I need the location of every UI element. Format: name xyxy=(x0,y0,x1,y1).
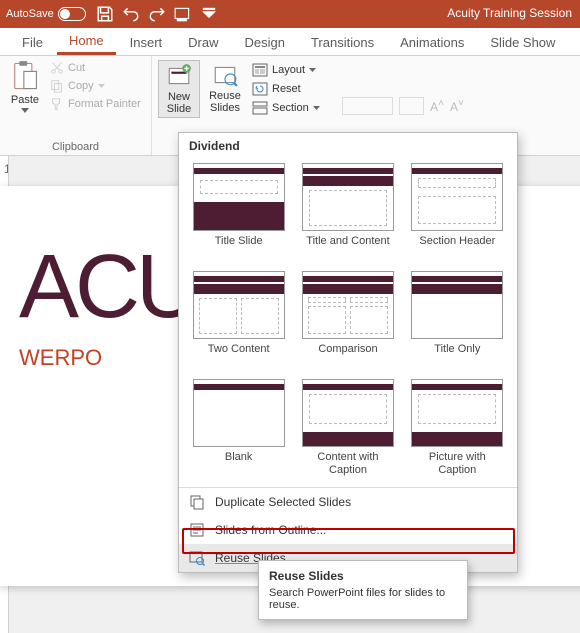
clipboard-icon xyxy=(11,60,39,92)
duplicate-icon xyxy=(189,494,205,510)
reuse-slides-label: Reuse Slides xyxy=(209,90,241,114)
outline-label: Slides from Outline... xyxy=(215,523,326,537)
gallery-theme-name: Dividend xyxy=(179,133,517,157)
quick-access-toolbar xyxy=(96,5,218,23)
slides-from-outline-item[interactable]: Slides from Outline... xyxy=(179,516,517,544)
clipboard-group-label: Clipboard xyxy=(6,141,145,155)
layout-section-header[interactable]: Section Header xyxy=(410,163,505,261)
redo-icon[interactable] xyxy=(148,5,166,23)
autosave-label: AutoSave xyxy=(6,8,54,20)
brush-icon xyxy=(50,97,64,111)
layout-title-and-content[interactable]: Title and Content xyxy=(300,163,395,261)
duplicate-label: Duplicate Selected Slides xyxy=(215,495,351,509)
layout-title-slide[interactable]: Title Slide xyxy=(191,163,286,261)
layout-icon xyxy=(252,63,268,77)
tab-slideshow[interactable]: Slide Show xyxy=(478,30,567,55)
document-title: Acuity Training Session xyxy=(447,6,572,20)
chevron-down-icon xyxy=(309,68,316,72)
reuse-slides-tooltip: Reuse Slides Search PowerPoint files for… xyxy=(258,560,468,620)
undo-icon[interactable] xyxy=(122,5,140,23)
layout-title-only[interactable]: Title Only xyxy=(410,271,505,369)
reuse-slides-icon xyxy=(212,62,238,88)
tab-animations[interactable]: Animations xyxy=(388,30,476,55)
toggle-off-icon xyxy=(58,7,86,21)
tab-design[interactable]: Design xyxy=(233,30,297,55)
tab-transitions[interactable]: Transitions xyxy=(299,30,386,55)
scissors-icon xyxy=(50,61,64,75)
reset-button[interactable]: Reset xyxy=(250,81,322,97)
layout-button[interactable]: Layout xyxy=(250,62,322,78)
layout-two-content[interactable]: Two Content xyxy=(191,271,286,369)
chevron-down-icon xyxy=(98,84,105,88)
chevron-down-icon xyxy=(21,108,29,113)
tab-draw[interactable]: Draw xyxy=(176,30,230,55)
layout-picture-with-caption[interactable]: Picture with Caption xyxy=(410,379,505,477)
tooltip-body: Search PowerPoint files for slides to re… xyxy=(269,587,457,611)
reset-icon xyxy=(252,82,268,96)
copy-button[interactable]: Copy xyxy=(48,78,143,94)
new-slide-icon xyxy=(166,63,192,89)
duplicate-slides-item[interactable]: Duplicate Selected Slides xyxy=(179,488,517,516)
new-slide-label: New Slide xyxy=(167,91,191,115)
reuse-icon xyxy=(189,550,205,566)
layout-label: Layout xyxy=(272,64,305,76)
copy-label: Copy xyxy=(68,80,94,92)
tab-insert[interactable]: Insert xyxy=(118,30,175,55)
reuse-slides-button[interactable]: Reuse Slides xyxy=(204,60,246,118)
copy-icon xyxy=(50,79,64,93)
cut-button[interactable]: Cut xyxy=(48,60,143,76)
chevron-down-icon xyxy=(313,106,320,110)
section-button[interactable]: Section xyxy=(250,100,322,116)
layout-content-with-caption[interactable]: Content with Caption xyxy=(300,379,395,477)
format-painter-button[interactable]: Format Painter xyxy=(48,96,143,112)
start-from-beginning-icon[interactable] xyxy=(174,5,192,23)
new-slide-button[interactable]: New Slide xyxy=(158,60,200,118)
paste-label: Paste xyxy=(11,94,39,106)
tab-home[interactable]: Home xyxy=(57,28,116,55)
layout-comparison[interactable]: Comparison xyxy=(300,271,395,369)
new-slide-gallery: Dividend Title Slide Title and Content S… xyxy=(178,132,518,573)
paste-button[interactable]: Paste xyxy=(6,60,44,113)
section-label: Section xyxy=(272,102,309,114)
title-bar: AutoSave Acuity Training Session xyxy=(0,0,580,28)
ribbon-tabs: File Home Insert Draw Design Transitions… xyxy=(0,28,580,56)
reset-label: Reset xyxy=(272,83,301,95)
format-painter-label: Format Painter xyxy=(68,98,141,110)
section-icon xyxy=(252,101,268,115)
tab-file[interactable]: File xyxy=(10,30,55,55)
outline-icon xyxy=(189,522,205,538)
qat-more-icon[interactable] xyxy=(200,5,218,23)
autosave-toggle[interactable]: AutoSave xyxy=(6,7,86,21)
tooltip-title: Reuse Slides xyxy=(269,569,457,583)
layout-blank[interactable]: Blank xyxy=(191,379,286,477)
save-icon[interactable] xyxy=(96,5,114,23)
cut-label: Cut xyxy=(68,62,85,74)
